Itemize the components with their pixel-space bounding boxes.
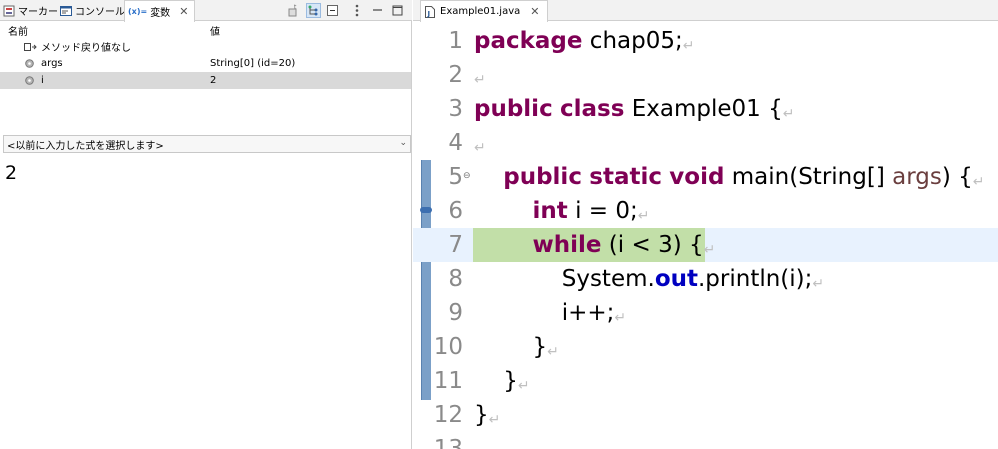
line-number: 8 — [448, 266, 463, 292]
code-line-current[interactable]: 7 while (i < 3) {↵ — [413, 228, 998, 262]
tab-console-label: コンソール — [75, 7, 125, 18]
code-line[interactable]: 9 i++;↵ — [413, 296, 998, 330]
line-number: 6 — [448, 198, 463, 224]
tab-variables-label: 変数 — [150, 8, 171, 19]
line-number: 1 — [448, 28, 463, 54]
line-number: 5 — [448, 164, 463, 190]
expression-history-select[interactable]: <以前に入力した式を選択します> ⌄ — [3, 135, 411, 153]
variable-name: args — [41, 58, 63, 69]
code-line[interactable]: 13 — [413, 432, 998, 449]
editor-tab-bar: J Example01.java ✕ — [413, 0, 998, 22]
line-number: 7 — [448, 232, 463, 258]
variables-view: マーカー コンソール (x)= 変数 ✕ t 名前 値 メソッド戻り値なし ar… — [0, 0, 412, 449]
markers-icon — [3, 5, 15, 17]
svg-text:J: J — [427, 10, 431, 18]
variable-name: i — [41, 75, 44, 86]
code-line[interactable]: 4 ↵ — [413, 126, 998, 160]
method-return-icon — [24, 42, 37, 52]
java-editor: J Example01.java ✕ 1 package chap05;↵ 2 … — [413, 0, 998, 449]
line-number: 11 — [433, 368, 463, 394]
code-line[interactable]: 10 }↵ — [413, 330, 998, 364]
left-tab-bar: マーカー コンソール (x)= 変数 ✕ t — [0, 0, 412, 22]
variables-icon: (x)= — [128, 7, 148, 16]
line-number: 10 — [433, 334, 463, 360]
line-number: 9 — [448, 300, 463, 326]
line-number: 4 — [448, 130, 463, 156]
local-variable-icon — [25, 59, 34, 68]
variable-row-i[interactable]: i 2 — [0, 72, 411, 89]
line-number: 2 — [448, 62, 463, 88]
expression-history-label: <以前に入力した式を選択します> — [7, 140, 164, 152]
code-line[interactable]: 3 public class Example01 {↵ — [413, 92, 998, 126]
tab-console[interactable]: コンソール — [60, 0, 125, 21]
variable-value: 2 — [210, 75, 217, 86]
code-line[interactable]: 5 ⊖ public static void main(String[] arg… — [413, 160, 998, 194]
variable-row-args[interactable]: args String[0] (id=20) — [0, 55, 411, 72]
variable-name-cell: i — [25, 75, 44, 86]
java-file-icon: J — [425, 5, 435, 18]
editor-tab-label: Example01.java — [440, 6, 521, 17]
tab-markers[interactable]: マーカー — [3, 0, 58, 21]
tab-variables[interactable]: (x)= 変数 ✕ — [124, 0, 196, 22]
minimize-icon[interactable] — [370, 3, 385, 18]
column-value-header: 値 — [210, 26, 220, 38]
console-icon — [60, 5, 72, 17]
line-number: 3 — [448, 96, 463, 122]
variable-row-no-return-value[interactable]: メソッド戻り値なし — [0, 38, 411, 55]
local-variable-icon — [25, 76, 34, 85]
tab-example01-java[interactable]: J Example01.java ✕ — [420, 0, 549, 22]
view-menu-icon[interactable] — [349, 3, 364, 18]
code-line[interactable]: 2 ↵ — [413, 58, 998, 92]
maximize-icon[interactable] — [390, 3, 405, 18]
variable-name-cell: args — [25, 58, 63, 69]
variable-value: String[0] (id=20) — [210, 58, 296, 69]
code-line[interactable]: 6 int i = 0;↵ — [413, 194, 998, 228]
show-type-names-icon[interactable]: t — [287, 3, 302, 18]
tab-markers-label: マーカー — [18, 7, 58, 18]
line-number: 12 — [433, 402, 463, 428]
line-number: 13 — [433, 436, 463, 449]
close-icon[interactable]: ✕ — [530, 5, 539, 18]
collapse-all-icon[interactable] — [325, 3, 340, 18]
variables-table-header: 名前 値 — [0, 22, 412, 38]
code-line[interactable]: 1 package chap05;↵ — [413, 24, 998, 58]
code-line[interactable]: 12 }↵ — [413, 398, 998, 432]
column-name-header: 名前 — [8, 26, 28, 38]
show-logical-structure-icon[interactable] — [306, 3, 321, 18]
code-line[interactable]: 11 }↵ — [413, 364, 998, 398]
close-icon[interactable]: ✕ — [179, 5, 188, 18]
variable-name-cell: メソッド戻り値なし — [24, 39, 131, 54]
chevron-down-icon[interactable]: ⌄ — [399, 138, 407, 148]
svg-text:t: t — [294, 4, 297, 11]
fold-collapse-icon[interactable]: ⊖ — [463, 171, 471, 181]
variable-name: メソッド戻り値なし — [41, 43, 131, 54]
code-line[interactable]: 8 System.out.println(i);↵ — [413, 262, 998, 296]
detail-pane-value[interactable]: 2 — [5, 162, 17, 184]
